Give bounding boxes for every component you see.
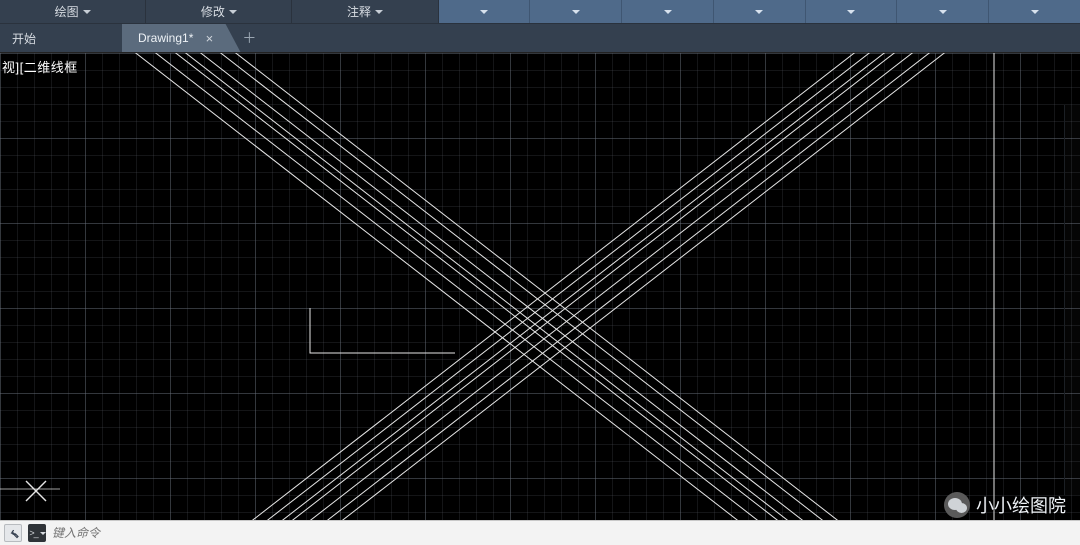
chevron-down-icon xyxy=(229,10,237,14)
ribbon-panel-extra-7[interactable] xyxy=(989,0,1080,23)
ribbon: 绘图 修改 注释 xyxy=(0,0,1080,24)
ribbon-panel-annotate[interactable]: 注释 xyxy=(292,0,438,23)
ribbon-panel-draw[interactable]: 绘图 xyxy=(0,0,146,23)
tab-active[interactable]: Drawing1* × xyxy=(122,24,223,52)
tab-start-label: 开始 xyxy=(12,30,36,47)
chevron-down-icon xyxy=(375,10,383,14)
wechat-icon xyxy=(944,492,970,518)
tab-active-label: Drawing1* xyxy=(138,31,193,45)
terminal-icon[interactable]: >_ xyxy=(28,524,46,542)
ribbon-panel-label: 注释 xyxy=(347,3,371,20)
drawing-canvas[interactable]: 视][二维线框 小小绘图院 xyxy=(0,52,1080,520)
ribbon-panel-extra-4[interactable] xyxy=(714,0,806,23)
ribbon-panel-extra-1[interactable] xyxy=(439,0,531,23)
chevron-down-icon xyxy=(572,10,580,14)
ribbon-panel-extra-6[interactable] xyxy=(897,0,989,23)
ribbon-panel-extra-2[interactable] xyxy=(530,0,622,23)
drawing-lines xyxy=(0,53,1080,520)
document-tab-bar: 开始 Drawing1* × ＋ xyxy=(0,24,1080,52)
ribbon-panel-label: 绘图 xyxy=(55,3,79,20)
watermark-text: 小小绘图院 xyxy=(976,492,1066,518)
tab-start[interactable]: 开始 xyxy=(0,24,122,52)
ribbon-panel-modify[interactable]: 修改 xyxy=(146,0,292,23)
plus-icon: ＋ xyxy=(242,28,256,48)
ribbon-panel-extra-5[interactable] xyxy=(806,0,898,23)
chevron-down-icon xyxy=(83,10,91,14)
chevron-down-icon xyxy=(847,10,855,14)
ribbon-panel-label: 修改 xyxy=(201,3,225,20)
new-tab-button[interactable]: ＋ xyxy=(235,24,263,52)
chevron-down-icon xyxy=(939,10,947,14)
command-line: >_ xyxy=(0,520,1080,545)
chevron-down-icon xyxy=(1031,10,1039,14)
scrollbar-vertical[interactable] xyxy=(1064,105,1080,495)
wrench-icon[interactable] xyxy=(4,524,22,542)
ribbon-panel-extra-3[interactable] xyxy=(622,0,714,23)
chevron-down-icon xyxy=(755,10,763,14)
chevron-down-icon xyxy=(664,10,672,14)
chevron-down-icon xyxy=(480,10,488,14)
viewport-label[interactable]: 视][二维线框 xyxy=(0,57,80,76)
app-root: 绘图 修改 注释 开始 Drawing1* × ＋ xyxy=(0,0,1080,545)
close-icon[interactable]: × xyxy=(201,30,217,46)
command-input[interactable] xyxy=(52,526,1076,540)
chevron-down-icon xyxy=(40,532,46,535)
watermark: 小小绘图院 xyxy=(944,492,1066,518)
